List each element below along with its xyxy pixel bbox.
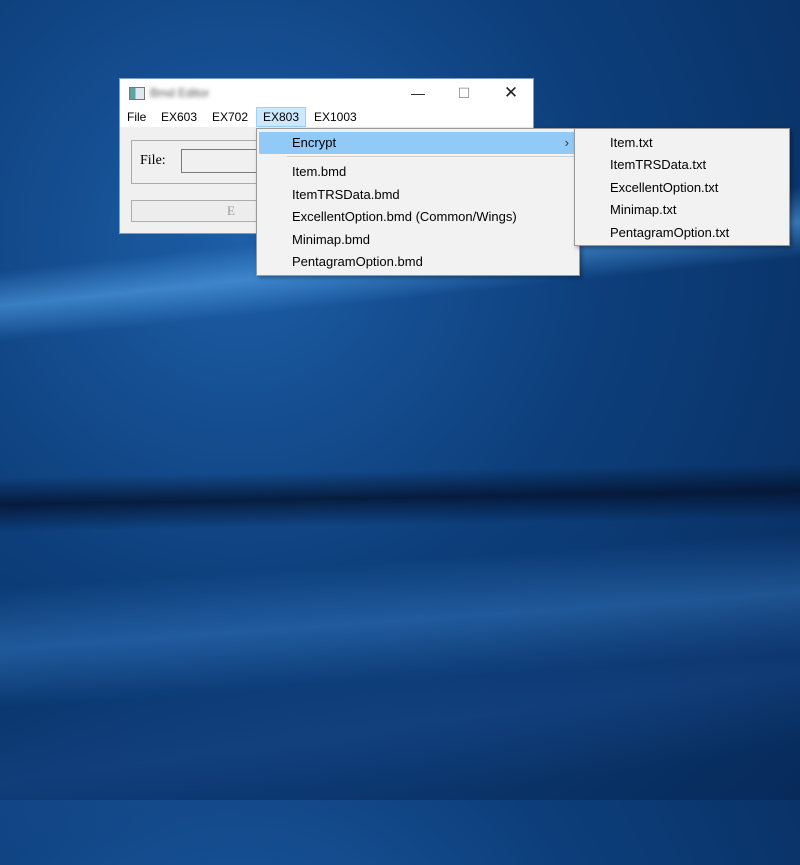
menu-item-label: Encrypt bbox=[292, 135, 337, 150]
window-title: Bmd Editor bbox=[150, 86, 210, 100]
submenu-item-minimap-txt[interactable]: Minimap.txt bbox=[577, 199, 787, 221]
encrypt-submenu: Item.txt ItemTRSData.txt ExcellentOption… bbox=[574, 128, 790, 246]
menu-item-encrypt[interactable]: Encrypt › bbox=[259, 132, 577, 154]
submenu-item-excellentoption-txt[interactable]: ExcellentOption.txt bbox=[577, 177, 787, 199]
minimize-button[interactable]: — bbox=[395, 79, 441, 107]
maximize-button[interactable]: ☐ bbox=[441, 79, 487, 107]
dark-beam bbox=[0, 461, 800, 534]
menu-item-minimap-bmd[interactable]: Minimap.bmd bbox=[259, 229, 577, 251]
submenu-item-item-txt[interactable]: Item.txt bbox=[577, 132, 787, 154]
menu-separator bbox=[287, 156, 575, 157]
file-label: File: bbox=[140, 153, 166, 168]
menu-item-item-bmd[interactable]: Item.bmd bbox=[259, 161, 577, 183]
menu-file[interactable]: File bbox=[121, 107, 152, 127]
ex803-dropdown-menu: Encrypt › Item.bmd ItemTRSData.bmd Excel… bbox=[256, 128, 580, 276]
menu-ex603[interactable]: EX603 bbox=[155, 107, 203, 127]
chevron-right-icon: › bbox=[564, 135, 569, 150]
submenu-item-pentagramoption-txt[interactable]: PentagramOption.txt bbox=[577, 222, 787, 244]
submenu-item-itemtrsdata-txt[interactable]: ItemTRSData.txt bbox=[577, 154, 787, 176]
menu-bar: File EX603 EX702 EX803 EX1003 bbox=[120, 107, 533, 127]
menu-item-itemtrsdata-bmd[interactable]: ItemTRSData.bmd bbox=[259, 184, 577, 206]
menu-ex1003[interactable]: EX1003 bbox=[308, 107, 363, 127]
title-bar[interactable]: Bmd Editor — ☐ ✕ bbox=[120, 79, 533, 107]
close-button[interactable]: ✕ bbox=[488, 79, 534, 107]
menu-ex803[interactable]: EX803 bbox=[256, 107, 306, 127]
app-icon bbox=[129, 87, 145, 100]
menu-item-pentagramoption-bmd[interactable]: PentagramOption.bmd bbox=[259, 251, 577, 273]
menu-ex702[interactable]: EX702 bbox=[206, 107, 254, 127]
menu-item-excellentoption-bmd[interactable]: ExcellentOption.bmd (Common/Wings) bbox=[259, 206, 577, 228]
